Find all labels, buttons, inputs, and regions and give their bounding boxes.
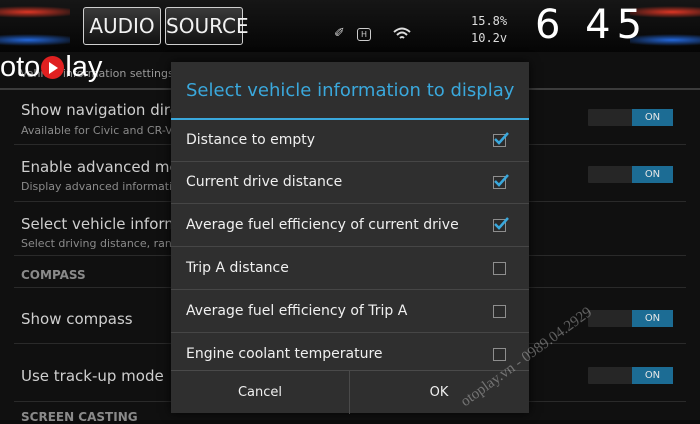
dialog-title: Select vehicle information to display bbox=[186, 80, 515, 101]
checkbox-unchecked[interactable] bbox=[493, 348, 506, 361]
satellite-icon: ✐ bbox=[334, 26, 345, 41]
toggle-on-label: ON bbox=[632, 367, 673, 384]
toggle-switch[interactable]: ON bbox=[588, 367, 673, 384]
checkmark-icon bbox=[494, 217, 509, 230]
option-row[interactable]: Average fuel efficiency of current drive bbox=[171, 205, 529, 247]
otoplay-logo: oto lay bbox=[0, 51, 102, 84]
option-row[interactable]: Average fuel efficiency of Trip A bbox=[171, 291, 529, 333]
option-label: Distance to empty bbox=[186, 132, 316, 148]
option-row[interactable]: Current drive distance bbox=[171, 162, 529, 204]
toggle-switch[interactable]: ON bbox=[588, 166, 673, 183]
play-circle-icon bbox=[41, 56, 65, 79]
status-level-voltage: 10.2v bbox=[471, 31, 508, 45]
checkmark-icon bbox=[494, 174, 509, 187]
option-label: Trip A distance bbox=[186, 260, 289, 276]
vehicle-info-dialog: Select vehicle information to display Di… bbox=[171, 62, 529, 414]
checkbox-unchecked[interactable] bbox=[493, 262, 506, 275]
wifi-icon bbox=[393, 26, 411, 45]
option-row[interactable]: Trip A distance bbox=[171, 248, 529, 290]
checkbox-checked[interactable] bbox=[493, 174, 509, 189]
option-row[interactable]: Distance to empty bbox=[171, 120, 529, 162]
honda-badge-icon: H bbox=[357, 28, 371, 41]
status-level-percent: 15.8% bbox=[471, 14, 508, 28]
top-status-bar: AUDIO SOURCE ✐ H 15.8% 10.2v 6 45 bbox=[0, 0, 700, 52]
ambient-light-left bbox=[0, 0, 70, 52]
toggle-on-label: ON bbox=[632, 310, 673, 327]
logo-text-end: lay bbox=[65, 51, 103, 83]
source-button[interactable]: SOURCE bbox=[165, 7, 249, 45]
option-label: Average fuel efficiency of current drive bbox=[186, 217, 459, 233]
setting-subtitle: Available for Civic and CR-V bbox=[21, 124, 173, 137]
toggle-on-label: ON bbox=[632, 166, 673, 183]
toggle-switch[interactable]: ON bbox=[588, 109, 673, 126]
checkbox-unchecked[interactable] bbox=[493, 305, 506, 318]
option-label: Engine coolant temperature bbox=[186, 346, 383, 362]
setting-subtitle: Display advanced information bbox=[21, 180, 186, 193]
section-header-screen-casting: SCREEN CASTING bbox=[21, 410, 138, 424]
checkbox-checked[interactable] bbox=[493, 217, 509, 232]
toggle-switch[interactable]: ON bbox=[588, 310, 673, 327]
option-label: Current drive distance bbox=[186, 174, 343, 190]
option-label: Average fuel efficiency of Trip A bbox=[186, 303, 408, 319]
checkmark-icon bbox=[494, 132, 509, 145]
audio-button[interactable]: AUDIO bbox=[83, 7, 161, 45]
setting-title[interactable]: Use track-up mode bbox=[21, 367, 164, 385]
section-header-compass: COMPASS bbox=[21, 268, 86, 282]
setting-title[interactable]: Show compass bbox=[21, 310, 133, 328]
toggle-on-label: ON bbox=[632, 109, 673, 126]
clock: 6 45 bbox=[535, 2, 649, 48]
checkbox-checked[interactable] bbox=[493, 132, 509, 147]
cancel-button[interactable]: Cancel bbox=[171, 371, 350, 414]
logo-text-start: oto bbox=[0, 51, 41, 83]
